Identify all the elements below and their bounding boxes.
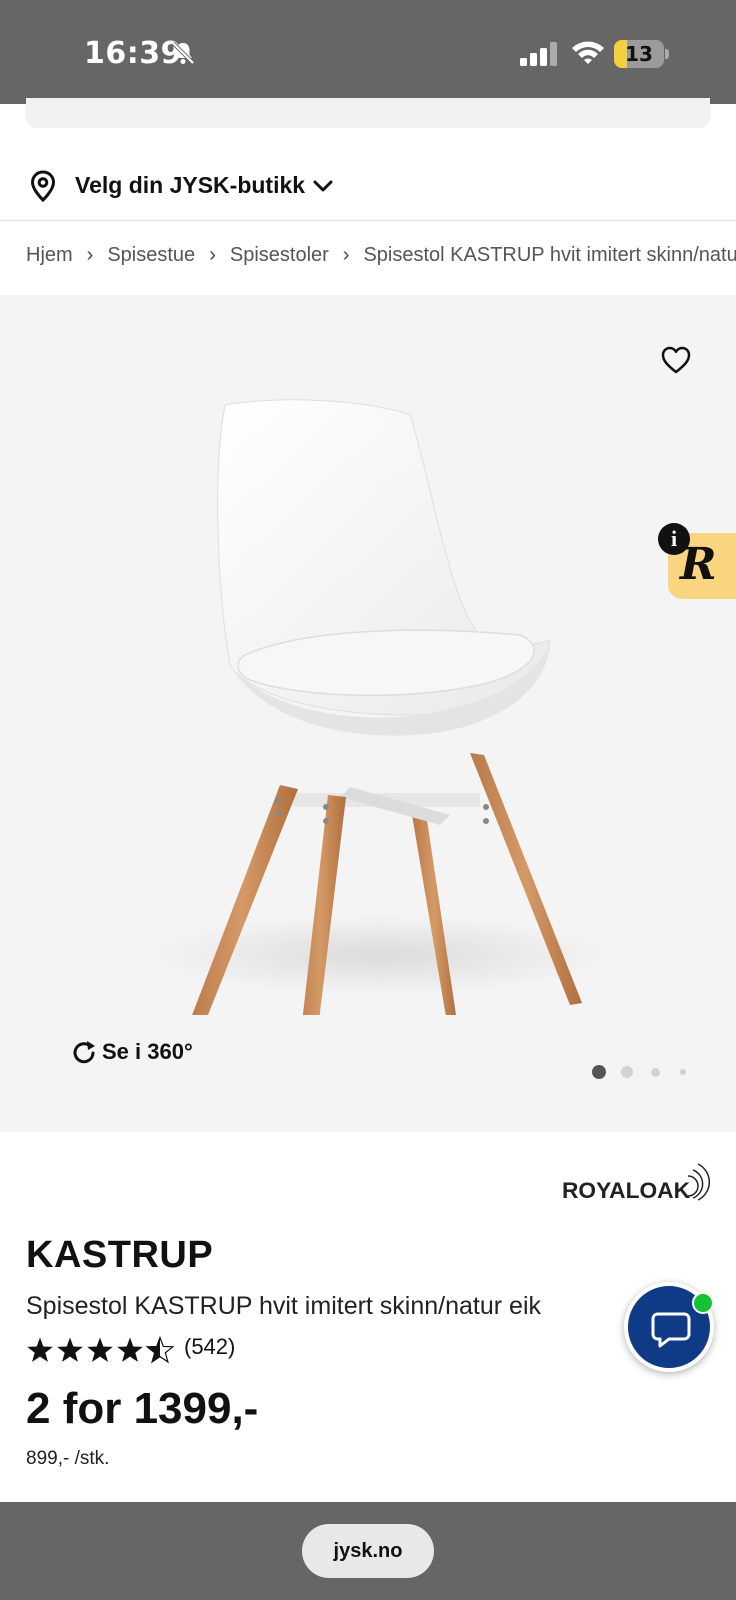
- url-bar[interactable]: jysk.no: [302, 1524, 434, 1578]
- store-selector-label: Velg din JYSK-butikk: [75, 172, 306, 198]
- star-filled: [87, 1337, 113, 1362]
- product-price: 2 for 1399,-: [26, 1384, 259, 1433]
- store-selector[interactable]: Velg din JYSK-butikk: [0, 150, 736, 222]
- gallery-dot[interactable]: [680, 1069, 686, 1075]
- royal-oak-logo: ROYALOAK: [562, 1163, 710, 1203]
- battery-icon: 13: [614, 40, 669, 68]
- breadcrumb-item-dining-chairs[interactable]: Spisestoler: [230, 244, 329, 267]
- review-count: (542): [184, 1334, 236, 1359]
- brand-logo-text: ROYALOAK: [562, 1178, 690, 1203]
- status-bar: 16:39 13: [0, 0, 736, 104]
- breadcrumb-item-dining-room[interactable]: Spisestue: [107, 244, 195, 267]
- heart-icon[interactable]: [660, 345, 692, 375]
- star-filled: [27, 1337, 53, 1362]
- bell-slash-icon: [171, 41, 195, 65]
- browser-bottom-bar: jysk.no: [0, 1502, 736, 1600]
- battery-level: 13: [625, 42, 653, 66]
- breadcrumb-separator-icon: ›: [86, 244, 94, 267]
- chat-bubble-icon: [651, 1312, 691, 1348]
- chevron-down-icon: [313, 180, 333, 192]
- star-rating-icon: [27, 1336, 175, 1364]
- product-image-gallery[interactable]: R i Se i 360°: [0, 295, 736, 1132]
- status-time: 16:39: [84, 36, 182, 71]
- location-pin-icon: [30, 170, 56, 202]
- online-status-dot: [692, 1292, 714, 1314]
- wifi-icon: [572, 41, 604, 64]
- breadcrumb-separator-icon: ›: [342, 244, 350, 267]
- divider: [0, 220, 736, 221]
- product-name: KASTRUP: [26, 1234, 214, 1276]
- cellular-signal-icon: [520, 42, 557, 66]
- chat-button[interactable]: [624, 1282, 714, 1372]
- gallery-dot[interactable]: [592, 1065, 606, 1079]
- breadcrumb-separator-icon: ›: [209, 244, 216, 267]
- breadcrumb-item-home[interactable]: Hjem: [26, 244, 73, 267]
- chair-product-image: [150, 399, 610, 1015]
- view-360-label: Se i 360°: [102, 1039, 193, 1064]
- breadcrumb-item-current-product: Spisestol KASTRUP hvit imitert skinn/nat…: [363, 244, 736, 267]
- info-icon[interactable]: i: [658, 523, 690, 555]
- gallery-dot[interactable]: [621, 1066, 633, 1078]
- star-filled: [117, 1337, 143, 1362]
- unit-price: 899,- /stk.: [26, 1448, 110, 1469]
- battery-cap: [665, 49, 669, 59]
- product-description: Spisestol KASTRUP hvit imitert skinn/nat…: [26, 1292, 542, 1320]
- gallery-pagination-dots[interactable]: [592, 1064, 702, 1080]
- search-bar[interactable]: [26, 98, 710, 128]
- star-filled: [57, 1337, 83, 1362]
- gallery-dot[interactable]: [650, 1067, 660, 1077]
- rotate-360-icon: [73, 1041, 95, 1064]
- breadcrumb: Hjem › Spisestue › Spisestoler › Spisestol KAS…: [26, 244, 736, 274]
